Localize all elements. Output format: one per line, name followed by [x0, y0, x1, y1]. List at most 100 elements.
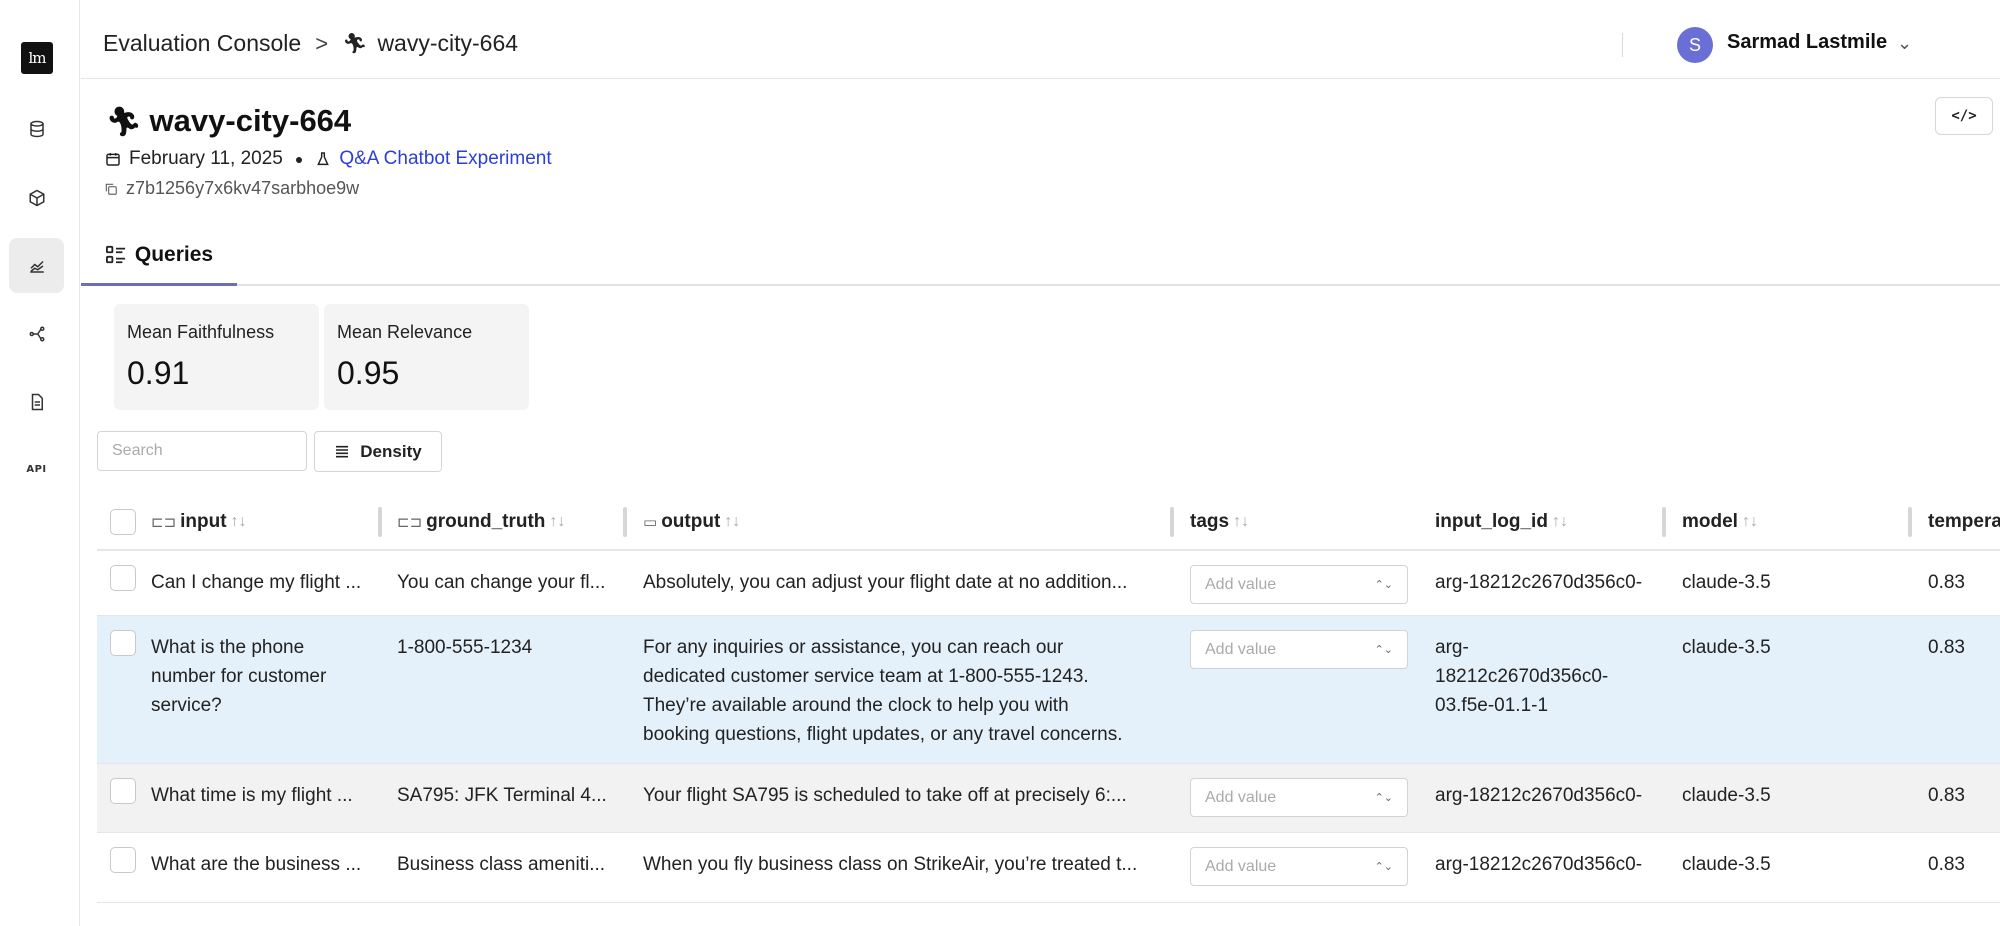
- tab-queries[interactable]: Queries: [81, 226, 237, 286]
- column-resize-handle[interactable]: [1908, 507, 1912, 537]
- sort-icon[interactable]: ↑↓: [1233, 513, 1249, 531]
- sort-icon[interactable]: ↑↓: [724, 513, 740, 531]
- sort-icon[interactable]: ↑↓: [1552, 513, 1568, 531]
- sidebar-item-evaluations[interactable]: [9, 238, 64, 293]
- document-icon: [31, 393, 43, 410]
- tags-placeholder: Add value: [1205, 857, 1277, 875]
- row-checkbox[interactable]: [110, 847, 136, 873]
- run-id: z7b1256y7x6kv47sarbhoe9w: [126, 178, 360, 198]
- row-checkbox[interactable]: [110, 778, 136, 804]
- flask-icon: [317, 152, 330, 166]
- header-divider: [1622, 33, 1623, 57]
- api-icon: API: [26, 464, 47, 475]
- column-resize-handle[interactable]: [1662, 507, 1666, 537]
- chevron-right-icon: >: [315, 30, 329, 56]
- sidebar-item-documents[interactable]: [9, 374, 64, 429]
- metric-label: Mean Faithfulness: [127, 322, 275, 342]
- column-resize-handle[interactable]: [623, 507, 627, 537]
- tags-select[interactable]: Add value ⌃⌄: [1190, 847, 1408, 886]
- density-icon: [336, 445, 349, 457]
- column-header-temperature[interactable]: tempera: [1928, 511, 2000, 533]
- metric-label: Mean Relevance: [337, 322, 473, 342]
- breadcrumb-root[interactable]: Evaluation Console: [103, 30, 301, 57]
- column-resize-handle[interactable]: [1170, 507, 1174, 537]
- app-logo[interactable]: lm: [21, 42, 53, 74]
- column-header-model[interactable]: model ↑↓: [1682, 511, 1758, 533]
- density-button[interactable]: Density: [314, 431, 442, 472]
- cell-temperature: 0.83: [1928, 854, 1965, 875]
- cell-input: What is the phone number for customer se…: [151, 637, 327, 716]
- cell-temperature: 0.83: [1928, 637, 1965, 658]
- column-label: ground_truth: [426, 511, 546, 532]
- tags-select[interactable]: Add value ⌃⌄: [1190, 565, 1408, 604]
- table-row[interactable]: What is the phone number for customer se…: [97, 616, 2000, 764]
- sidebar-item-models[interactable]: [9, 170, 64, 225]
- cell-ground-truth: SA795: JFK Terminal 4...: [397, 785, 607, 806]
- column-header-tags[interactable]: tags ↑↓: [1190, 511, 1249, 533]
- cell-ground-truth: 1-800-555-1234: [397, 637, 533, 658]
- column-header-input-log-id[interactable]: input_log_id ↑↓: [1435, 511, 1568, 533]
- row-checkbox[interactable]: [110, 630, 136, 656]
- tab-bar: Queries: [81, 226, 2000, 286]
- list-icon: [105, 245, 125, 263]
- table-row[interactable]: What time is my flight ... SA795: JFK Te…: [97, 764, 2000, 833]
- cell-ground-truth: You can change your fl...: [397, 572, 606, 593]
- cell-input-log-id: arg-18212c2670d356c0-: [1435, 854, 1643, 875]
- column-header-ground-truth[interactable]: ⊏⊐ ground_truth ↑↓: [397, 511, 565, 533]
- avatar[interactable]: S: [1677, 27, 1713, 63]
- column-label: input: [180, 511, 227, 532]
- tags-placeholder: Add value: [1205, 788, 1277, 806]
- text-column-icon: ⊏⊐: [151, 514, 177, 531]
- calendar-icon: [106, 153, 120, 166]
- chevron-down-icon[interactable]: ⌄: [1897, 33, 1912, 54]
- select-all-checkbox[interactable]: [110, 509, 136, 535]
- cell-input-log-id: arg-18212c2670d356c0-: [1435, 572, 1643, 593]
- cell-output: When you fly business class on StrikeAir…: [643, 854, 1138, 875]
- table-row[interactable]: Can I change my flight ... You can chang…: [97, 551, 2000, 616]
- page-title: 🏃︎ wavy-city-664: [106, 103, 351, 139]
- runner-icon: 🏃︎: [106, 105, 142, 137]
- experiment-link[interactable]: Q&A Chatbot Experiment: [339, 148, 551, 170]
- tags-select[interactable]: Add value ⌃⌄: [1190, 630, 1408, 669]
- sidebar-item-datasets[interactable]: [9, 101, 64, 156]
- column-header-input[interactable]: ⊏⊐ input ↑↓: [151, 511, 247, 533]
- chevron-updown-icon: ⌃⌄: [1374, 861, 1393, 873]
- column-label: tempera: [1928, 511, 2000, 532]
- table-row[interactable]: What are the business ... Business class…: [97, 833, 2000, 903]
- column-label: model: [1682, 511, 1738, 532]
- cell-output: Your flight SA795 is scheduled to take o…: [643, 785, 1127, 806]
- sort-icon[interactable]: ↑↓: [549, 513, 565, 531]
- cell-model: claude-3.5: [1682, 785, 1771, 806]
- column-header-output[interactable]: ▭ output ↑↓: [643, 511, 740, 533]
- cell-input-log-id: arg-18212c2670d356c0-: [1435, 785, 1643, 806]
- sidebar-item-api[interactable]: API: [9, 442, 64, 497]
- tab-label: Queries: [134, 242, 214, 266]
- cell-input: Can I change my flight ...: [151, 572, 362, 593]
- sidebar: lm API: [0, 0, 80, 926]
- cube-icon: [29, 189, 44, 206]
- user-name[interactable]: Sarmad Lastmile: [1727, 31, 1887, 54]
- chevron-updown-icon: ⌃⌄: [1374, 579, 1393, 591]
- breadcrumb: Evaluation Console > 🏃︎ wavy-city-664: [103, 30, 518, 57]
- copy-icon[interactable]: [104, 182, 118, 196]
- sidebar-item-traces[interactable]: [9, 306, 64, 361]
- tags-placeholder: Add value: [1205, 640, 1277, 658]
- view-code-button[interactable]: </>: [1935, 97, 1993, 135]
- cell-temperature: 0.83: [1928, 785, 1965, 806]
- chat-column-icon: ▭: [643, 514, 658, 531]
- metric-card-faithfulness: Mean Faithfulness 0.91: [114, 304, 319, 410]
- database-icon: [29, 120, 44, 137]
- table-header: ⊏⊐ input ↑↓ ⊏⊐ ground_truth ↑↓ ▭ output …: [97, 495, 2000, 551]
- sort-icon[interactable]: ↑↓: [231, 513, 247, 531]
- tags-select[interactable]: Add value ⌃⌄: [1190, 778, 1408, 817]
- text-column-icon: ⊏⊐: [397, 514, 423, 531]
- row-checkbox[interactable]: [110, 565, 136, 591]
- cell-output: For any inquiries or assistance, you can…: [643, 637, 1123, 745]
- graph-icon: [29, 326, 44, 341]
- column-resize-handle[interactable]: [378, 507, 382, 537]
- density-label: Density: [360, 441, 422, 461]
- search-input[interactable]: [97, 431, 307, 471]
- sort-icon[interactable]: ↑↓: [1742, 513, 1758, 531]
- cell-model: claude-3.5: [1682, 854, 1771, 875]
- column-label: output: [661, 511, 721, 532]
